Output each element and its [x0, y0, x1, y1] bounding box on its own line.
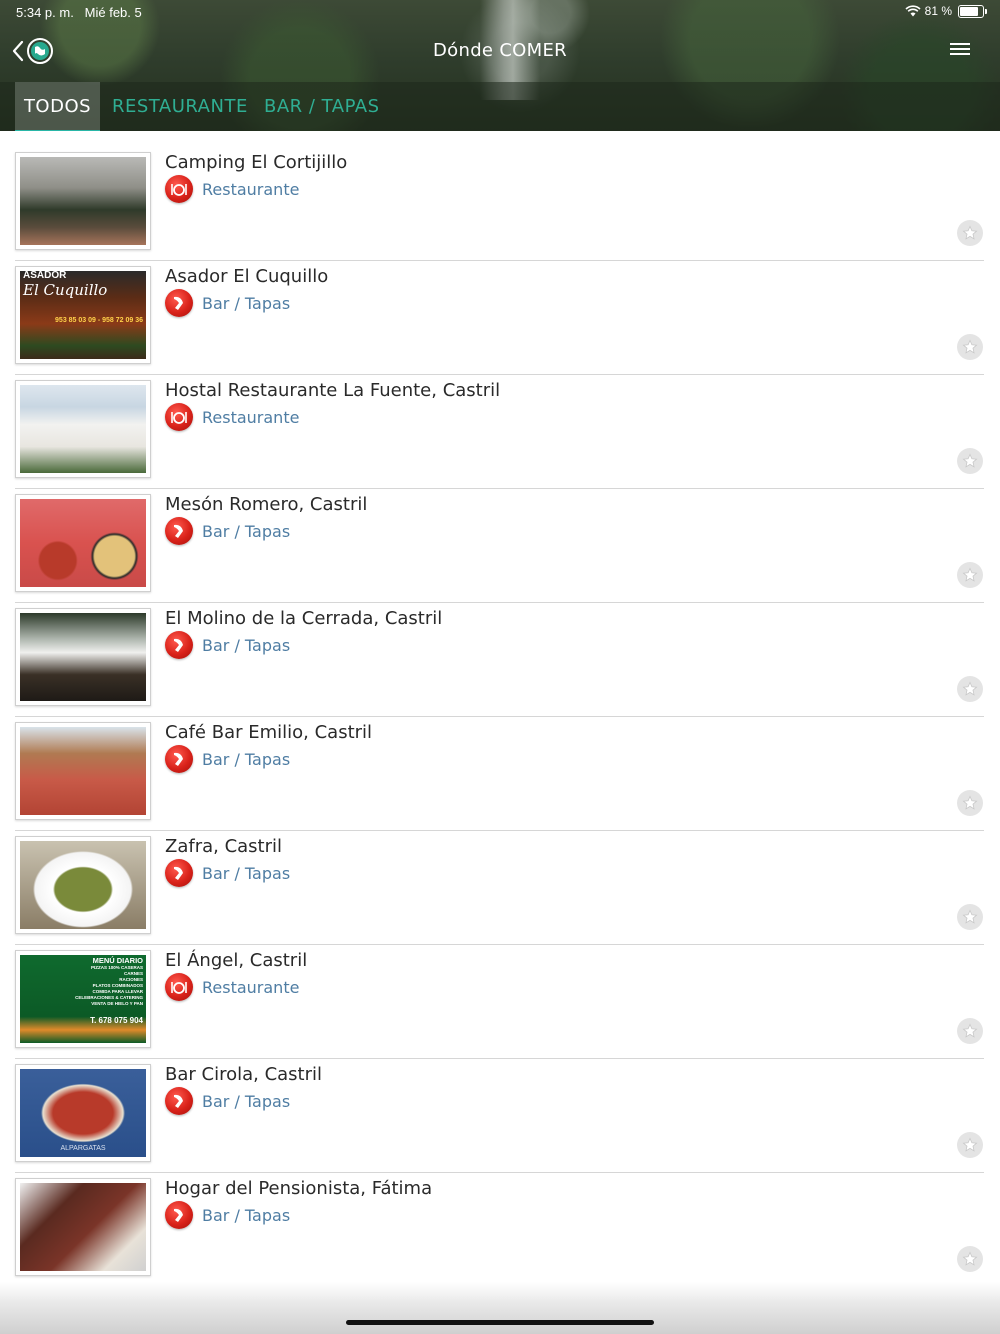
favorite-star-icon[interactable]	[957, 904, 983, 930]
thumbnail-image	[15, 152, 151, 250]
list-item[interactable]: El Molino de la Cerrada, Castril Bar / T…	[15, 603, 984, 717]
battery-percent: 81 %	[924, 4, 952, 18]
item-category: Bar / Tapas	[202, 636, 291, 655]
dining-icon	[165, 973, 193, 1001]
thumb-text: ASADOR	[23, 271, 67, 281]
list-item[interactable]: Café Bar Emilio, Castril Bar / Tapas	[15, 717, 984, 831]
item-name: Hostal Restaurante La Fuente, Castril	[165, 380, 501, 401]
favorite-star-icon[interactable]	[957, 220, 983, 246]
thumbnail-image	[15, 722, 151, 820]
thumb-text: MENÚ DIARIO	[92, 956, 143, 965]
favorite-star-icon[interactable]	[957, 1246, 983, 1272]
thumb-text: PLATOS COMBINADOS	[92, 983, 143, 988]
thumb-text: RACIONES	[119, 977, 143, 982]
thumb-text: CELEBRACIONES & CATERING	[75, 995, 143, 1000]
tapas-icon	[165, 1201, 193, 1229]
favorite-star-icon[interactable]	[957, 562, 983, 588]
status-date: Mié feb. 5	[84, 5, 142, 20]
page-title: Dónde COMER	[433, 40, 567, 61]
list-item[interactable]: Hostal Restaurante La Fuente, Castril Re…	[15, 375, 984, 489]
tapas-icon	[165, 859, 193, 887]
list-item[interactable]: ALPARGATAS Bar Cirola, Castril Bar / Tap…	[15, 1059, 984, 1173]
tab-restaurante[interactable]: RESTAURANTE	[112, 82, 248, 131]
list-item[interactable]: Hogar del Pensionista, Fátima Bar / Tapa…	[15, 1173, 984, 1287]
item-name: Bar Cirola, Castril	[165, 1064, 322, 1085]
item-category: Restaurante	[202, 180, 300, 199]
favorite-star-icon[interactable]	[957, 1018, 983, 1044]
status-right: 81 %	[905, 4, 987, 18]
tab-bar-tapas[interactable]: BAR / TAPAS	[264, 82, 380, 131]
thumbnail-image: ASADOR El Cuquillo 953 85 03 09 - 958 72…	[15, 266, 151, 364]
home-indicator[interactable]	[346, 1320, 654, 1325]
item-category: Bar / Tapas	[202, 1092, 291, 1111]
item-category: Bar / Tapas	[202, 864, 291, 883]
favorite-star-icon[interactable]	[957, 334, 983, 360]
tapas-icon	[165, 289, 193, 317]
thumbnail-image: ALPARGATAS	[15, 1064, 151, 1162]
tab-bar: TODOS RESTAURANTE BAR / TAPAS	[0, 82, 1000, 131]
list-item[interactable]: MENÚ DIARIO PIZZAS 100% CASERAS CARNES R…	[15, 945, 984, 1059]
thumbnail-image	[15, 380, 151, 478]
favorite-star-icon[interactable]	[957, 676, 983, 702]
thumb-text: 953 85 03 09 - 958 72 09 36	[55, 317, 143, 324]
status-bar: 5:34 p. m. Mié feb. 5 81 %	[0, 0, 1000, 24]
list-item[interactable]: Mesón Romero, Castril Bar / Tapas	[15, 489, 984, 603]
tab-todos[interactable]: TODOS	[15, 82, 100, 131]
thumb-text: VENTA DE HIELO Y PAN	[91, 1001, 143, 1006]
tapas-icon	[165, 631, 193, 659]
favorite-star-icon[interactable]	[957, 790, 983, 816]
item-category: Restaurante	[202, 978, 300, 997]
dining-icon	[165, 403, 193, 431]
battery-level	[960, 6, 978, 16]
item-category: Bar / Tapas	[202, 750, 291, 769]
thumbnail-image: MENÚ DIARIO PIZZAS 100% CASERAS CARNES R…	[15, 950, 151, 1048]
item-name: Mesón Romero, Castril	[165, 494, 368, 515]
wifi-icon	[905, 5, 921, 17]
favorite-star-icon[interactable]	[957, 448, 983, 474]
thumb-text: T. 678 075 904	[90, 1016, 143, 1025]
thumb-text: CARNES	[123, 971, 143, 976]
item-name: Asador El Cuquillo	[165, 266, 329, 287]
bottom-fade	[0, 1282, 1000, 1334]
thumb-text: PIZZAS 100% CASERAS	[90, 965, 143, 970]
thumb-text: El Cuquillo	[23, 281, 108, 299]
thumbnail-image	[15, 494, 151, 592]
status-time-text: 5:34 p. m.	[16, 5, 74, 20]
item-name: El Ángel, Castril	[165, 950, 308, 971]
list-item[interactable]: Camping El Cortijillo Restaurante	[15, 147, 984, 261]
hamburger-menu-icon[interactable]	[950, 40, 970, 58]
item-name: Hogar del Pensionista, Fátima	[165, 1178, 433, 1199]
tapas-icon	[165, 517, 193, 545]
tapas-icon	[165, 745, 193, 773]
item-name: Café Bar Emilio, Castril	[165, 722, 373, 743]
battery-icon	[958, 4, 987, 18]
item-category: Bar / Tapas	[202, 1206, 291, 1225]
dining-icon	[165, 175, 193, 203]
favorite-star-icon[interactable]	[957, 1132, 983, 1158]
item-name: El Molino de la Cerrada, Castril	[165, 608, 443, 629]
item-category: Bar / Tapas	[202, 522, 291, 541]
thumb-text: COMIDA PARA LLEVAR	[92, 989, 144, 994]
tapas-icon	[165, 1087, 193, 1115]
status-time: 5:34 p. m. Mié feb. 5	[16, 5, 142, 20]
header: 5:34 p. m. Mié feb. 5 81 % Dónde COMER T…	[0, 0, 1000, 131]
item-category: Restaurante	[202, 408, 300, 427]
item-name: Camping El Cortijillo	[165, 152, 348, 173]
item-category: Bar / Tapas	[202, 294, 291, 313]
item-name: Zafra, Castril	[165, 836, 283, 857]
list-item[interactable]: Zafra, Castril Bar / Tapas	[15, 831, 984, 945]
thumbnail-image	[15, 836, 151, 934]
thumbnail-image	[15, 608, 151, 706]
restaurant-list: Camping El Cortijillo Restaurante ASADOR…	[15, 147, 984, 1287]
thumb-text: ALPARGATAS	[60, 1145, 106, 1152]
list-item[interactable]: ASADOR El Cuquillo 953 85 03 09 - 958 72…	[15, 261, 984, 375]
nav-bar: Dónde COMER	[0, 24, 1000, 82]
thumbnail-image	[15, 1178, 151, 1276]
